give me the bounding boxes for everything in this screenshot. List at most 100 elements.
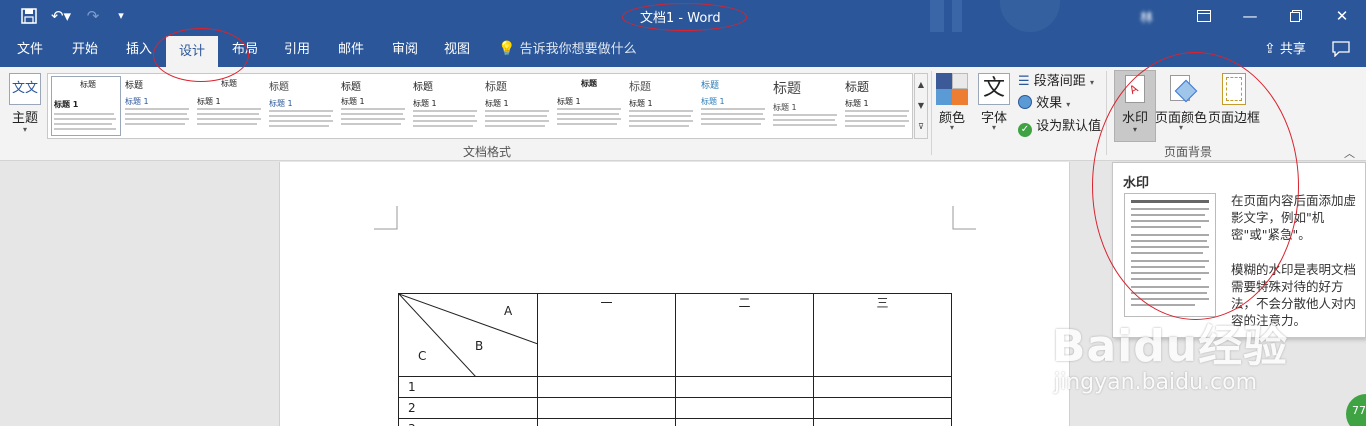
table-row: 2 <box>398 397 952 419</box>
ribbon-design: 文文 主题 ▾ 标题 标题 1 标题 标题 1 标题 标题 1 标题 标题 1 … <box>0 67 1366 161</box>
gallery-more-icon[interactable]: ⊽ <box>915 116 927 137</box>
row-label-cell[interactable]: 3 <box>398 418 538 426</box>
set-default-button[interactable]: ✓ 设为默认值 <box>1018 117 1101 137</box>
style-set-item[interactable]: 标题 标题 1 <box>51 76 121 136</box>
style-set-item[interactable]: 标题 标题 1 <box>123 76 193 136</box>
tab-home[interactable]: 开始 <box>62 32 108 67</box>
minimize-icon[interactable]: — <box>1232 3 1268 29</box>
document-page[interactable]: A B C 一 二 三 1 2 3 <box>279 162 1070 426</box>
style-title: 标题 <box>485 80 507 93</box>
close-icon[interactable]: ✕ <box>1324 3 1360 29</box>
tooltip-preview-image <box>1124 193 1216 317</box>
style-set-item[interactable]: 标题 标题 1 <box>411 76 481 136</box>
tab-insert[interactable]: 插入 <box>116 32 162 67</box>
fonts-icon[interactable]: 文 <box>978 73 1010 105</box>
tab-design[interactable]: 设计 <box>166 36 218 67</box>
customize-qat-icon[interactable]: ▾ <box>114 4 128 28</box>
style-set-item[interactable]: 标题 标题 1 <box>195 76 265 136</box>
checkmark-icon: ✓ <box>1018 123 1032 137</box>
tab-file[interactable]: 文件 <box>8 32 52 67</box>
effects-label: 效果 <box>1036 96 1063 111</box>
style-set-item[interactable]: 标题 标题 1 <box>483 76 553 136</box>
style-set-item[interactable]: 标题 标题 1 <box>627 76 697 136</box>
chevron-down-icon: ▾ <box>1089 78 1094 87</box>
undo-icon[interactable]: ↶▾ <box>48 4 74 28</box>
diagonal-label-a: A <box>504 304 513 318</box>
header-cell[interactable]: 三 <box>813 293 952 377</box>
style-set-item[interactable]: 标题 标题 1 <box>771 76 841 136</box>
gallery-down-icon[interactable]: ▼ <box>915 95 927 116</box>
chevron-down-icon[interactable]: ▾ <box>934 123 970 132</box>
diagonal-header-cell[interactable]: A B C <box>398 293 538 377</box>
table-cell[interactable] <box>537 397 676 419</box>
table-cell[interactable] <box>813 376 952 398</box>
style-subtitle: 标题 1 <box>54 100 79 109</box>
table-cell[interactable] <box>537 376 676 398</box>
header-cell[interactable]: 二 <box>675 293 814 377</box>
style-subtitle: 标题 1 <box>269 99 293 108</box>
style-title: 标题 <box>80 80 96 89</box>
tab-layout[interactable]: 布局 <box>222 32 268 67</box>
style-subtitle: 标题 1 <box>197 97 221 106</box>
table-cell[interactable] <box>675 418 814 426</box>
row-label-cell[interactable]: 1 <box>398 376 538 398</box>
redo-icon[interactable]: ↷ <box>84 4 102 28</box>
tell-me-search[interactable]: 💡 告诉我你想要做什么 <box>498 32 637 67</box>
chevron-down-icon[interactable]: ▾ <box>8 125 42 134</box>
ribbon-display-options-icon[interactable] <box>1186 3 1222 29</box>
lightbulb-icon: 💡 <box>498 41 516 57</box>
style-subtitle: 标题 1 <box>845 99 869 108</box>
diagonal-label-c: C <box>418 349 427 363</box>
corner-mark-right <box>952 206 976 230</box>
tab-references[interactable]: 引用 <box>274 32 320 67</box>
table-cell[interactable] <box>813 418 952 426</box>
style-subtitle: 标题 1 <box>125 97 149 106</box>
document-table[interactable]: A B C 一 二 三 1 2 3 <box>398 293 952 426</box>
watermark-button[interactable]: A 水印 ▾ <box>1114 70 1156 142</box>
chevron-down-icon: ▾ <box>1066 100 1071 109</box>
tab-review[interactable]: 审阅 <box>382 32 428 67</box>
corner-mark-left <box>374 206 398 230</box>
effects-button[interactable]: 效果 ▾ <box>1018 94 1070 114</box>
page-border-label[interactable]: 页面边框 <box>1206 107 1262 126</box>
row-label-cell[interactable]: 2 <box>398 397 538 419</box>
style-title: 标题 <box>845 80 870 94</box>
table-cell[interactable] <box>675 376 814 398</box>
style-subtitle: 标题 1 <box>341 97 365 106</box>
colors-icon[interactable] <box>936 73 968 105</box>
style-set-item[interactable]: 标题 标题 1 <box>339 76 409 136</box>
table-header-row: A B C 一 二 三 <box>398 293 952 377</box>
themes-icon[interactable]: 文文 <box>9 73 41 105</box>
page-color-icon[interactable] <box>1166 73 1198 105</box>
table-cell[interactable] <box>537 418 676 426</box>
chevron-down-icon[interactable]: ▾ <box>1154 123 1208 132</box>
document-title: 文档1 - Word <box>640 11 721 26</box>
share-button[interactable]: ⇪ 共享 <box>1264 32 1306 67</box>
page-border-icon[interactable] <box>1222 73 1246 105</box>
themes-label[interactable]: 主题 <box>8 107 42 126</box>
site-watermark: Baidu经验 jingyan.baidu.com <box>1050 310 1366 426</box>
paragraph-spacing-button[interactable]: ☰ 段落间距 ▾ <box>1018 72 1094 92</box>
style-subtitle: 标题 1 <box>557 97 581 106</box>
style-set-item[interactable]: 标题 标题 1 <box>555 76 625 136</box>
table-row: 3 <box>398 418 952 426</box>
chevron-down-icon: ▾ <box>1132 125 1137 134</box>
table-cell[interactable] <box>675 397 814 419</box>
chevron-down-icon[interactable]: ▾ <box>976 123 1012 132</box>
tab-mailings[interactable]: 邮件 <box>328 32 374 67</box>
style-title: 标题 <box>773 81 801 97</box>
style-set-item[interactable]: 标题 标题 1 <box>843 76 912 136</box>
save-icon[interactable] <box>18 4 40 28</box>
gallery-up-icon[interactable]: ▲ <box>915 74 927 95</box>
tooltip-title: 水印 <box>1123 176 1150 191</box>
header-cell[interactable]: 一 <box>537 293 676 377</box>
user-name[interactable]: 林 <box>1140 7 1153 26</box>
style-set-item[interactable]: 标题 标题 1 <box>699 76 769 136</box>
restore-icon[interactable] <box>1278 3 1314 29</box>
tab-view[interactable]: 视图 <box>434 32 480 67</box>
comments-icon[interactable] <box>1332 41 1352 58</box>
style-title: 标题 <box>581 79 597 88</box>
table-cell[interactable] <box>813 397 952 419</box>
collapse-ribbon-icon[interactable]: ︿ <box>1344 145 1355 161</box>
style-set-item[interactable]: 标题 标题 1 <box>267 76 337 136</box>
